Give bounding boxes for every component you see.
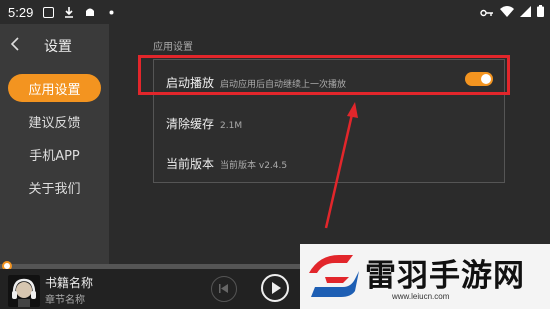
watermark-url: www.leiucn.com bbox=[392, 292, 450, 301]
watermark-logo-icon bbox=[309, 255, 359, 297]
watermark-title: 雷羽手游网 bbox=[365, 258, 525, 294]
